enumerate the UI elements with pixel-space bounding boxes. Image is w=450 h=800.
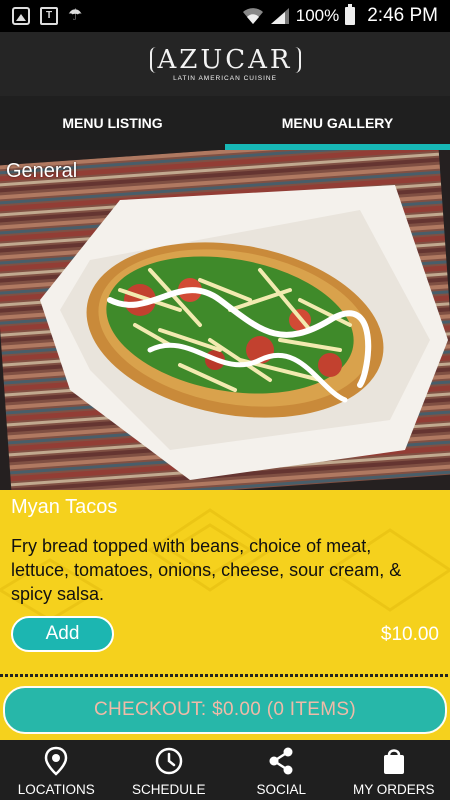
brand-logo: AZUCAR LATIN AMERICAN CUISINE	[149, 46, 301, 82]
item-detail-panel: Myan Tacos Fry bread topped with beans, …	[0, 490, 450, 674]
nav-social[interactable]: SOCIAL	[225, 740, 338, 800]
food-photo	[0, 150, 450, 490]
nav-schedule[interactable]: SCHEDULE	[113, 740, 226, 800]
nav-social-label: SOCIAL	[256, 782, 307, 797]
image-notification-icon	[12, 7, 30, 25]
clock-time: 2:46 PM	[367, 5, 438, 26]
shopping-bag-icon	[383, 749, 404, 774]
menu-tabs: MENU LISTING MENU GALLERY	[0, 96, 450, 150]
item-name: Myan Tacos	[11, 496, 118, 518]
location-pin-icon	[44, 746, 68, 776]
category-label: General	[6, 160, 78, 182]
clock-icon	[155, 747, 182, 775]
tab-menu-gallery[interactable]: MENU GALLERY	[225, 96, 450, 150]
logo-tagline: LATIN AMERICAN CUISINE	[173, 74, 277, 82]
nav-my-orders-label: MY ORDERS	[352, 782, 435, 797]
nav-locations-label: LOCATIONS	[17, 782, 95, 797]
nav-locations[interactable]: LOCATIONS	[0, 740, 113, 800]
battery-icon	[345, 4, 356, 25]
item-price: $10.00	[380, 624, 439, 645]
checkout-button[interactable]: CHECKOUT: $0.00 (0 ITEMS)	[3, 686, 447, 734]
battery-percentage: 100%	[295, 6, 340, 25]
status-bar: T ☂ 100% 2:46 PM	[0, 0, 450, 32]
nav-my-orders[interactable]: MY ORDERS	[338, 740, 450, 800]
logo-text: AZUCAR	[149, 46, 301, 73]
item-description: Fry bread topped with beans, choice of m…	[11, 536, 402, 604]
tab-menu-listing[interactable]: MENU LISTING	[0, 96, 225, 150]
nav-schedule-label: SCHEDULE	[131, 782, 206, 797]
bottom-navigation: LOCATIONS SCHEDULE SOCIAL MY ORDERS	[0, 740, 450, 800]
signal-icon	[270, 8, 289, 24]
share-icon	[269, 747, 293, 775]
app-header: AZUCAR LATIN AMERICAN CUISINE	[0, 32, 450, 96]
add-button[interactable]: Add	[11, 616, 114, 652]
tmobile-icon: T	[40, 7, 58, 25]
weather-icon: ☂	[68, 7, 83, 24]
wifi-icon	[242, 8, 263, 24]
menu-item-photo[interactable]	[0, 150, 450, 490]
